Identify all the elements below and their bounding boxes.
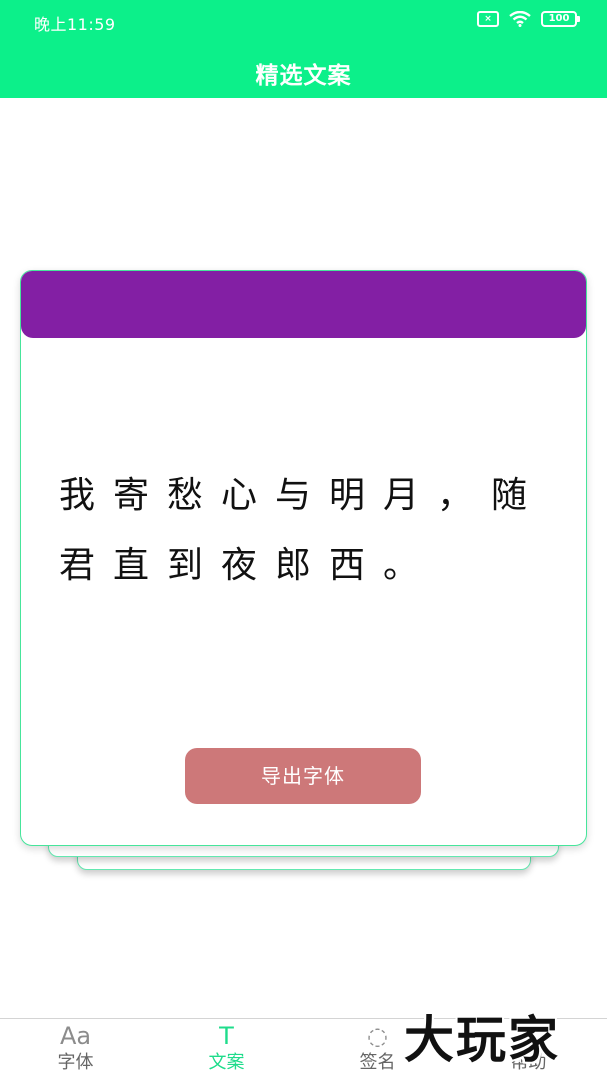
tab-copywriting-label: 文案 [208,1052,245,1073]
bottom-nav: Aa 字体 T 文案 ◌ 签名 ? 帮助 [0,1018,607,1081]
tab-signature-label: 签名 [359,1052,396,1073]
font-icon: Aa [59,1022,92,1050]
status-bar: 晚上11:59 × 100 [0,0,607,46]
tab-copywriting[interactable]: T 文案 [151,1019,302,1081]
quote-text: 我寄愁心与明月，随君直到夜郎西。 [59,475,546,586]
tab-help[interactable]: ? 帮助 [453,1019,604,1081]
tab-signature[interactable]: ◌ 签名 [302,1019,453,1081]
status-time: 晚上11:59 [34,15,116,34]
battery-icon: 100 [541,11,580,27]
card-header [21,271,586,338]
export-font-button[interactable]: 导出字体 [185,748,421,804]
text-icon: T [219,1022,234,1050]
app-bar: 精选文案 [0,46,607,98]
help-icon: ? [522,1022,535,1050]
tab-fonts[interactable]: Aa 字体 [0,1019,151,1081]
no-sim-icon: × [477,11,499,27]
tab-fonts-label: 字体 [57,1052,94,1073]
page-title: 精选文案 [255,63,352,89]
status-icons: × 100 [477,11,580,27]
tab-help-label: 帮助 [510,1052,547,1073]
signature-icon: ◌ [367,1022,388,1050]
wifi-icon [509,11,531,27]
quote-card: 我寄愁心与明月，随君直到夜郎西。 导出字体 [20,270,587,846]
